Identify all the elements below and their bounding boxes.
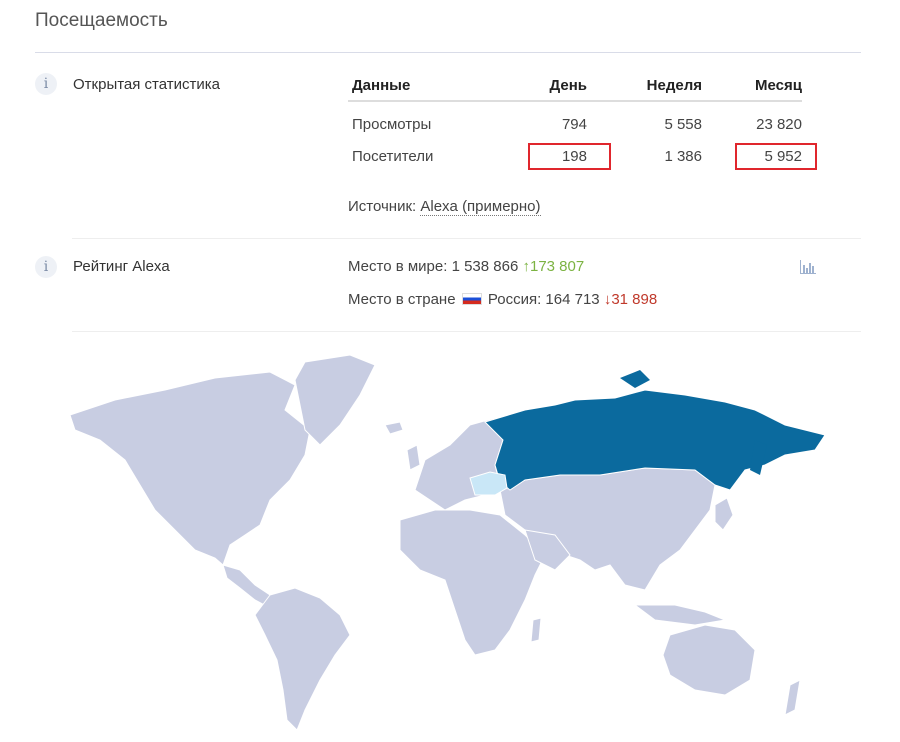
row-name-visitors: Посетители xyxy=(352,147,434,165)
views-day: 794 xyxy=(561,115,587,133)
world-rank-line: Место в мире: 1 538 866 ↑173 807 xyxy=(348,258,584,275)
stats-header-row: Данные День Неделя Месяц xyxy=(348,70,802,102)
source-link[interactable]: Alexa (примерно) xyxy=(420,198,541,216)
views-month: 23 820 xyxy=(756,115,802,133)
info-icon[interactable]: i xyxy=(35,73,57,95)
arrow-up-icon: ↑ xyxy=(522,258,530,275)
header-month: Месяц xyxy=(702,70,802,102)
map-south-america xyxy=(254,587,351,731)
header-week: Неделя xyxy=(587,70,702,102)
row-divider xyxy=(72,238,861,239)
map-australia xyxy=(662,624,756,696)
section-title: Посещаемость xyxy=(35,10,168,31)
russia-flag-icon xyxy=(461,293,482,305)
open-stats-label: Открытая статистика xyxy=(73,76,221,93)
world-map xyxy=(69,354,826,731)
bar-chart-icon[interactable] xyxy=(800,260,816,274)
header-data: Данные xyxy=(348,70,472,102)
map-russia-north-island xyxy=(620,370,650,388)
map-new-zealand xyxy=(784,679,801,716)
views-week: 5 558 xyxy=(664,115,702,133)
row-name-views: Просмотры xyxy=(352,115,432,133)
header-day: День xyxy=(472,70,587,102)
map-greenland xyxy=(294,354,376,446)
section-divider xyxy=(35,52,861,53)
map-iceland xyxy=(384,421,404,435)
map-africa xyxy=(399,509,546,656)
country-rank-label: Место в стране xyxy=(348,291,456,308)
map-indonesia xyxy=(633,604,727,626)
table-row: Просмотры 794 5 558 23 820 xyxy=(348,101,802,140)
map-madagascar xyxy=(530,617,542,643)
world-rank-label: Место в мире: xyxy=(348,258,448,275)
country-rank-value: 164 713 xyxy=(545,291,600,308)
highlight-box-month xyxy=(735,143,817,170)
info-icon[interactable]: i xyxy=(35,256,57,278)
map-uk xyxy=(406,444,421,471)
country-rank-line: Место в стране Россия: 164 713 ↓31 898 xyxy=(348,291,657,308)
map-north-america xyxy=(69,371,311,566)
source-label: Источник: xyxy=(348,198,417,215)
source-line: Источник: Alexa (примерно) xyxy=(348,198,541,216)
world-rank-value: 1 538 866 xyxy=(451,258,519,275)
map-japan xyxy=(714,497,734,531)
highlight-box-day xyxy=(528,143,611,170)
country-name: Россия: xyxy=(487,291,542,308)
world-rank-change: 173 807 xyxy=(529,258,585,275)
alexa-rating-label: Рейтинг Alexa xyxy=(73,258,170,275)
map-europe xyxy=(414,417,504,511)
country-rank-change: 31 898 xyxy=(611,291,658,308)
row-divider xyxy=(72,331,861,332)
